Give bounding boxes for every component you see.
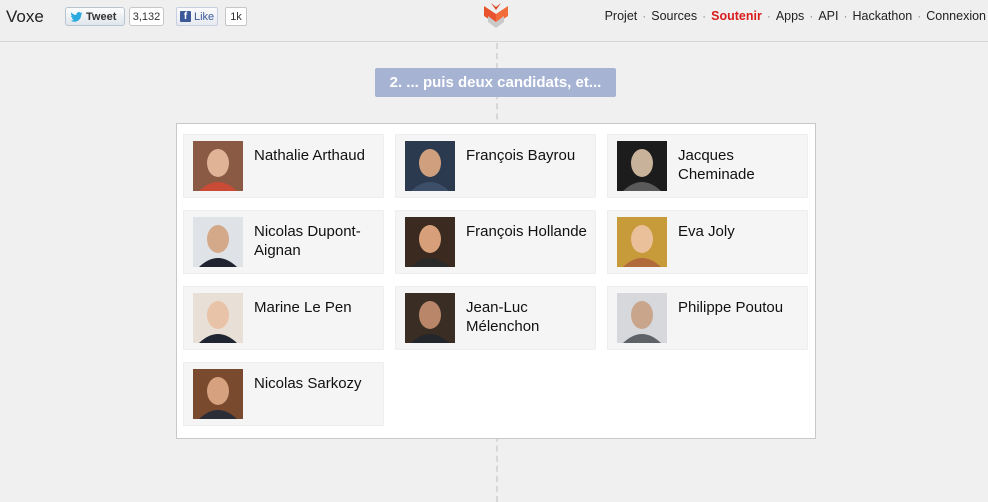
candidate-photo [405, 141, 455, 191]
candidate-card[interactable]: Nicolas Sarkozy [183, 362, 384, 426]
candidate-name: François Hollande [466, 223, 587, 240]
candidate-photo [193, 369, 243, 419]
candidate-card[interactable]: Eva Joly [607, 210, 808, 274]
candidate-name: Marine Le Pen [254, 299, 352, 316]
step-label: 2. ... puis deux candidats, et... [375, 68, 616, 97]
candidate-photo [405, 293, 455, 343]
candidate-card[interactable]: Nathalie Arthaud [183, 134, 384, 198]
candidate-name: Philippe Poutou [678, 299, 784, 316]
candidate-name: François Bayrou [466, 147, 576, 164]
candidate-name: Nicolas Sarkozy [254, 375, 362, 392]
site-brand[interactable]: Voxe [6, 7, 44, 27]
nav-link-apps[interactable]: Apps [776, 9, 805, 23]
candidate-card[interactable]: Philippe Poutou [607, 286, 808, 350]
tweet-count: 3,132 [129, 7, 164, 26]
nav-link-projet[interactable]: Projet [605, 9, 638, 23]
candidate-name: Nicolas Dupont-Aignan [254, 223, 361, 259]
candidate-photo [617, 217, 667, 267]
candidate-name: Nathalie Arthaud [254, 147, 365, 164]
tweet-button[interactable]: Tweet [65, 7, 125, 26]
candidate-photo [405, 217, 455, 267]
facebook-like-count: 1k [225, 7, 247, 26]
candidate-card[interactable]: François Bayrou [395, 134, 596, 198]
candidates-panel: Nathalie Arthaud François Bayrou Jacques C… [176, 123, 816, 439]
nav-link-hackathon[interactable]: Hackathon [852, 9, 912, 23]
candidate-name: Jean-Luc Mélenchon [466, 299, 540, 335]
nav-link-connexion[interactable]: Connexion [926, 9, 986, 23]
candidate-card[interactable]: François Hollande [395, 210, 596, 274]
candidate-name: Eva Joly [678, 223, 735, 240]
candidate-photo [193, 293, 243, 343]
nav-separator: · [766, 9, 771, 23]
tweet-button-label: Tweet [86, 10, 117, 23]
nav-link-soutenir[interactable]: Soutenir [711, 9, 762, 23]
voxe-logo-icon[interactable] [482, 2, 510, 30]
facebook-like-label: Like [194, 10, 215, 23]
twitter-bird-icon [70, 11, 83, 22]
nav-separator: · [843, 9, 848, 23]
facebook-like-button[interactable]: f Like [176, 7, 218, 26]
candidate-card[interactable]: Marine Le Pen [183, 286, 384, 350]
nav-link-sources[interactable]: Sources [651, 9, 697, 23]
candidate-photo [193, 217, 243, 267]
nav-link-api[interactable]: API [818, 9, 838, 23]
facebook-icon: f [180, 11, 191, 22]
candidate-card[interactable]: Jacques Cheminade [607, 134, 808, 198]
top-bar: Voxe Tweet 3,132 f Like 1k Projet · Source… [0, 0, 988, 42]
candidate-photo [617, 141, 667, 191]
nav-separator: · [809, 9, 814, 23]
candidate-name: Jacques Cheminade [678, 147, 755, 183]
nav-separator: · [702, 9, 707, 23]
nav-separator: · [917, 9, 922, 23]
candidate-photo [193, 141, 243, 191]
main-nav: Projet · Sources · Soutenir · Apps · API · Hackath… [605, 9, 986, 23]
candidate-photo [617, 293, 667, 343]
candidate-card[interactable]: Nicolas Dupont-Aignan [183, 210, 384, 274]
nav-separator: · [642, 9, 647, 23]
candidate-card[interactable]: Jean-Luc Mélenchon [395, 286, 596, 350]
